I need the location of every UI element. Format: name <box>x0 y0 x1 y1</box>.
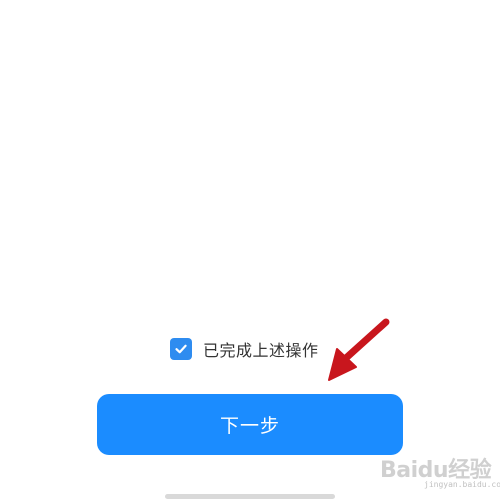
home-indicator <box>165 494 335 499</box>
screen: 已完成上述操作 下一步 Baidu经验 jingyan.baidu.com <box>0 0 500 500</box>
confirm-checkbox[interactable] <box>170 338 192 360</box>
confirm-checkbox-row[interactable]: 已完成上述操作 <box>170 337 319 361</box>
checkmark-icon <box>175 344 187 354</box>
baidu-watermark: Baidu经验 jingyan.baidu.com <box>380 446 500 496</box>
red-arrow-annotation-icon <box>328 318 390 381</box>
watermark-brand: Baidu经验 <box>380 452 492 484</box>
confirm-label: 已完成上述操作 <box>203 341 319 360</box>
watermark-brand-text: Baidu经验 <box>380 458 492 483</box>
next-step-button[interactable]: 下一步 <box>97 394 403 455</box>
watermark-url: jingyan.baidu.com <box>424 480 500 489</box>
